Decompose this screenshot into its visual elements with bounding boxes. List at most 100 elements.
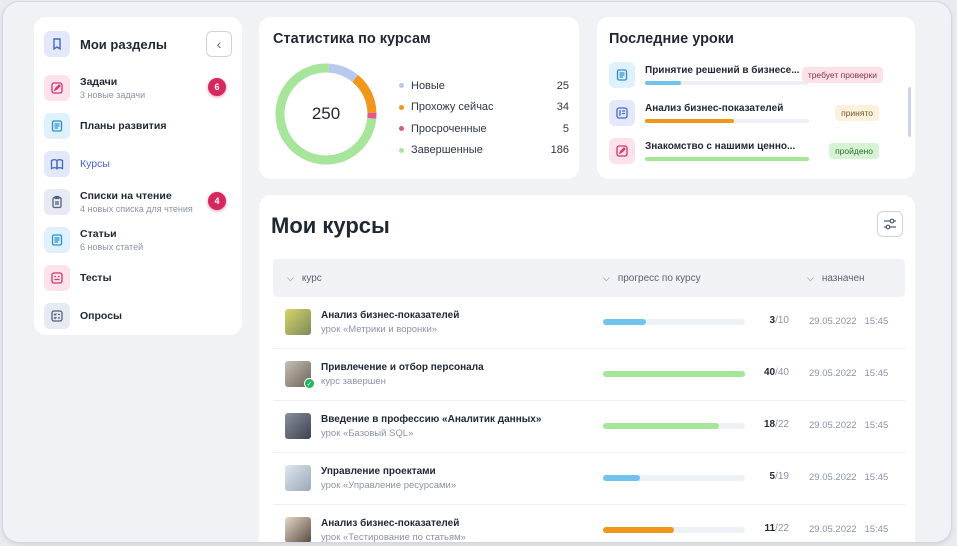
recent-lesson[interactable]: Знакомство с нашими ценно... пройдено: [609, 133, 903, 169]
chevron-down-icon: ⌵: [807, 272, 814, 283]
legend-name: Просроченные: [411, 122, 487, 135]
course-progress-bar: [603, 475, 745, 481]
course-thumbnail: [285, 309, 311, 335]
collapse-sidebar-button[interactable]: ‹: [206, 31, 232, 57]
sidebar-item-label: Статьи: [80, 228, 117, 240]
bookmark-icon: [44, 31, 70, 57]
courses-title: Мои курсы: [271, 213, 390, 238]
checklist-icon: [44, 303, 70, 329]
sidebar-item-label: Задачи: [80, 76, 118, 88]
column-progress[interactable]: ⌵ прогресс по курсу: [603, 259, 701, 297]
sidebar-item[interactable]: Опросы: [44, 297, 232, 335]
course-title: Введение в профессию «Аналитик данных»: [321, 414, 542, 425]
course-stats-card: Статистика по курсам 250 Новые 25 Прохож…: [259, 17, 579, 179]
recent-lesson-progress: [645, 119, 809, 123]
sidebar-item[interactable]: Списки на чтение 4 новых списка для чтен…: [44, 183, 232, 221]
sidebar-item[interactable]: Статьи 6 новых статей: [44, 221, 232, 259]
count-badge: 6: [208, 78, 226, 96]
course-thumbnail: [285, 413, 311, 439]
legend-name: Прохожу сейчас: [411, 101, 494, 114]
pencil-icon: [44, 75, 70, 101]
count-badge: 4: [208, 192, 226, 210]
my-courses-card: Мои курсы ⌵ курс ⌵ прогресс по курсу ⌵ назн…: [259, 195, 915, 542]
course-progress-count: 11/22: [764, 523, 789, 534]
course-progress-bar: [603, 423, 745, 429]
legend-dot: [399, 147, 404, 153]
recent-lesson-progress: [645, 157, 809, 161]
recent-scrollbar[interactable]: [908, 87, 911, 137]
sidebar-item-sub: 6 новых статей: [80, 242, 144, 252]
course-subtitle: урок «Базовый SQL»: [321, 428, 414, 439]
legend-value: 186: [550, 144, 569, 157]
stats-legend: Новые 25 Прохожу сейчас 34 Просроченные …: [399, 75, 569, 161]
legend-item: Прохожу сейчас 34: [399, 97, 569, 119]
course-title: Управление проектами: [321, 466, 436, 477]
sidebar-item-label: Списки на чтение: [80, 190, 172, 202]
recent-lesson-body: Принятие решений в бизнесе...: [645, 65, 809, 85]
sidebar-item[interactable]: Курсы: [44, 145, 232, 183]
legend-value: 25: [556, 79, 569, 92]
stats-total: 250: [311, 104, 341, 123]
sidebar-nav: Задачи 3 новые задачи 6 Планы развития К…: [44, 69, 232, 335]
course-progress-count: 3/10: [769, 315, 789, 326]
sidebar-item-text: Статьи 6 новых статей: [80, 228, 143, 252]
sidebar-item[interactable]: Тесты: [44, 259, 232, 297]
sidebar-item-text: Задачи 3 новые задачи: [80, 76, 145, 100]
legend-dot: [399, 83, 404, 89]
table-row[interactable]: Анализ бизнес-показателей урок «Метрики …: [273, 297, 905, 349]
sidebar-item-sub: 3 новые задачи: [80, 90, 146, 100]
sidebar-item[interactable]: Планы развития: [44, 107, 232, 145]
legend-item: Просроченные 5: [399, 118, 569, 140]
course-thumbnail: [285, 517, 311, 542]
sidebar-item-text: Курсы: [80, 158, 110, 170]
recent-lesson[interactable]: Принятие решений в бизнесе... требует пр…: [609, 57, 903, 93]
filter-button[interactable]: [877, 211, 903, 237]
table-row[interactable]: Управление проектами урок «Управление ре…: [273, 453, 905, 505]
sidebar-item-text: Планы развития: [80, 120, 167, 132]
book-icon: [44, 151, 70, 177]
sidebar-item-label: Тесты: [80, 272, 112, 284]
sidebar-header: Мои разделы ‹: [44, 29, 232, 59]
sliders-icon: [884, 218, 896, 230]
checkmark-icon: ✓: [304, 378, 315, 389]
sidebar-item-label: Планы развития: [80, 120, 167, 132]
legend-dot: [399, 126, 404, 132]
table-row[interactable]: Введение в профессию «Аналитик данных» у…: [273, 401, 905, 453]
course-progress-bar: [603, 371, 745, 377]
sidebar-item-label: Курсы: [80, 158, 110, 170]
course-title: Анализ бизнес-показателей: [321, 310, 460, 321]
chevron-down-icon: ⌵: [603, 272, 610, 283]
course-subtitle: урок «Управление ресурсами»: [321, 480, 457, 491]
table-row[interactable]: Анализ бизнес-показателей урок «Тестиров…: [273, 505, 905, 542]
course-subtitle: урок «Тестирование по статьям»: [321, 532, 466, 542]
status-tag: пройдено: [829, 143, 879, 159]
legend-name: Завершенные: [411, 144, 483, 157]
quiz-icon: [44, 265, 70, 291]
sidebar-item[interactable]: Задачи 3 новые задачи 6: [44, 69, 232, 107]
sidebar-item-text: Списки на чтение 4 новых списка для чтен…: [80, 190, 193, 214]
app-window: Мои разделы ‹ Задачи 3 новые задачи 6 Пл…: [3, 2, 951, 542]
sidebar-item-text: Тесты: [80, 272, 112, 284]
pencil-icon: [609, 138, 635, 164]
legend-name: Новые: [411, 79, 445, 92]
recent-lesson[interactable]: Анализ бизнес-показателей принято: [609, 95, 903, 131]
legend-value: 34: [556, 101, 569, 114]
status-tag: требует проверки: [801, 67, 883, 83]
stats-title: Статистика по курсам: [273, 31, 431, 47]
course-subtitle: урок «Метрики и воронки»: [321, 324, 438, 335]
recent-lesson-title: Анализ бизнес-показателей: [645, 103, 784, 114]
recent-title: Последние уроки: [609, 31, 734, 47]
course-assigned-date: 29.05.2022 15:45: [809, 472, 889, 483]
recent-lesson-title: Принятие решений в бизнесе...: [645, 65, 800, 76]
document-icon: [44, 227, 70, 253]
status-tag: принято: [835, 105, 879, 121]
course-thumbnail: [285, 465, 311, 491]
list-icon: [609, 100, 635, 126]
column-course[interactable]: ⌵ курс: [287, 259, 322, 297]
clipboard-icon: [44, 189, 70, 215]
chevron-down-icon: ⌵: [287, 272, 294, 283]
recent-lesson-progress: [645, 81, 809, 85]
course-progress-bar: [603, 319, 745, 325]
table-row[interactable]: ✓ Привлечение и отбор персонала курс зав…: [273, 349, 905, 401]
column-assigned[interactable]: ⌵ назначен: [807, 259, 865, 297]
